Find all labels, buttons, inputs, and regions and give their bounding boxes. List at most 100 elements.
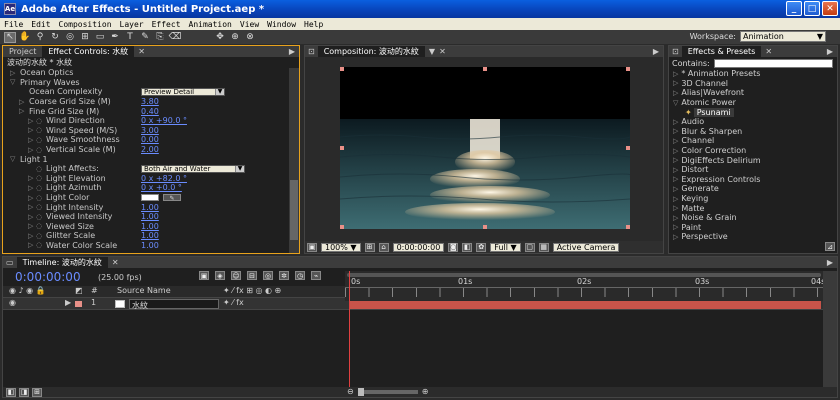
property-value[interactable]: 0 x +82.0 ° bbox=[141, 174, 187, 183]
eye-icon[interactable]: ◉ bbox=[9, 298, 16, 307]
motion-blur-icon[interactable]: ◎ bbox=[263, 271, 273, 280]
expand-triangle-icon[interactable]: ▷ bbox=[673, 70, 678, 78]
effect-property-row[interactable]: ▷ ◌ Water Color Scale 1.00 bbox=[3, 241, 299, 248]
camera-dropdown[interactable]: Active Camera bbox=[552, 242, 620, 252]
stopwatch-icon[interactable]: ◌ bbox=[36, 213, 42, 221]
expand-triangle-icon[interactable]: ▷ bbox=[28, 194, 33, 202]
expand-triangle-icon[interactable]: ▷ bbox=[28, 203, 33, 211]
expand-triangle-icon[interactable]: ▷ bbox=[28, 222, 33, 230]
stopwatch-icon[interactable]: ◌ bbox=[36, 184, 42, 192]
layer-switches-icon[interactable]: ✦ ⁄ fx bbox=[223, 298, 244, 307]
expand-triangle-icon[interactable]: ▷ bbox=[673, 137, 678, 145]
effect-property-row[interactable]: ▷ Ocean Optics bbox=[3, 68, 299, 78]
stopwatch-icon[interactable]: ◌ bbox=[36, 174, 42, 182]
effects-category-item[interactable]: ▷ Blur & Sharpen bbox=[669, 127, 837, 137]
effect-property-row[interactable]: ▷ ◌ Wind Direction 0 x +90.0 ° bbox=[3, 116, 299, 126]
safe-zones-icon[interactable]: ⊞ bbox=[364, 242, 375, 252]
effect-property-row[interactable]: ▷ ◌ Light Elevation 0 x +82.0 ° bbox=[3, 174, 299, 184]
color-channel-icon[interactable]: ✿ bbox=[476, 242, 487, 252]
expand-triangle-icon[interactable]: ▷ bbox=[28, 117, 33, 125]
expand-triangle-icon[interactable]: ▷ bbox=[673, 195, 678, 203]
tab-timeline[interactable]: Timeline: 波动的水紋 bbox=[16, 257, 108, 268]
property-value[interactable]: 0 x +0.0 ° bbox=[141, 183, 182, 192]
source-name-column[interactable]: Source Name bbox=[117, 286, 171, 295]
axis-mode-icon[interactable]: ✥ bbox=[214, 32, 226, 43]
expand-triangle-icon[interactable]: ▷ bbox=[28, 126, 33, 134]
effect-property-row[interactable]: ▷ Fine Grid Size (M) 0.40 bbox=[3, 106, 299, 116]
expand-triangle-icon[interactable]: ▷ bbox=[673, 166, 678, 174]
close-tab-icon[interactable]: ✕ bbox=[439, 47, 446, 56]
effect-property-row[interactable]: ▷ ◌ Light Azimuth 0 x +0.0 ° bbox=[3, 183, 299, 193]
expand-triangle-icon[interactable]: ▷ bbox=[673, 147, 678, 155]
menu-window[interactable]: Window bbox=[263, 20, 300, 29]
expand-triangle-icon[interactable]: ▽ bbox=[10, 78, 15, 86]
timeline-scrollbar[interactable] bbox=[823, 271, 837, 397]
stopwatch-icon[interactable]: ◌ bbox=[36, 232, 42, 240]
expand-triangle-icon[interactable]: ▷ bbox=[673, 175, 678, 183]
current-time-field[interactable]: 0:00:00:00 bbox=[392, 242, 445, 252]
stopwatch-icon[interactable]: ◌ bbox=[36, 136, 42, 144]
panel-menu-icon[interactable]: ▶ bbox=[289, 47, 295, 56]
always-preview-icon[interactable]: ▣ bbox=[307, 242, 317, 252]
expand-triangle-icon[interactable]: ▽ bbox=[10, 155, 15, 163]
expand-triangle-icon[interactable]: ▷ bbox=[28, 174, 33, 182]
orbit-camera-icon[interactable]: ◎ bbox=[64, 32, 76, 43]
stopwatch-icon[interactable]: ◌ bbox=[36, 165, 42, 173]
current-time-indicator[interactable] bbox=[349, 271, 350, 397]
expand-triangle-icon[interactable]: ▷ bbox=[673, 233, 678, 241]
effect-property-row[interactable]: ▽ Light 1 bbox=[3, 154, 299, 164]
effect-property-row[interactable]: ▷ ◌ Light Color ✎ bbox=[3, 193, 299, 203]
effect-property-row[interactable]: ▷ Coarse Grid Size (M) 3.80 bbox=[3, 97, 299, 107]
timeline-zoom-slider[interactable] bbox=[357, 387, 418, 396]
panel-menu-icon[interactable]: ▶ bbox=[827, 47, 833, 56]
expand-triangle-icon[interactable]: ▷ bbox=[19, 98, 24, 106]
label-color-swatch[interactable] bbox=[75, 301, 82, 307]
stopwatch-icon[interactable]: ◌ bbox=[36, 126, 42, 134]
property-value[interactable]: 1.00 bbox=[141, 241, 159, 248]
tab-effect-controls[interactable]: Effect Controls: 水紋 bbox=[42, 46, 135, 57]
expand-triangle-icon[interactable]: ▽ bbox=[673, 99, 678, 107]
expand-triangle-icon[interactable]: ▷ bbox=[673, 79, 678, 87]
shy-layers-icon[interactable]: ☺ bbox=[231, 271, 241, 280]
view-axis-icon[interactable]: ⊗ bbox=[244, 32, 256, 43]
region-of-interest-icon[interactable]: ▢ bbox=[524, 242, 535, 252]
property-value[interactable]: 1.00 bbox=[141, 231, 159, 240]
effects-category-item[interactable]: ▷ Alias|Wavefront bbox=[669, 88, 837, 98]
expand-triangle-icon[interactable]: ▷ bbox=[673, 185, 678, 193]
effect-property-row[interactable]: ◌ Light Affects: Both Air and Water ▼ bbox=[3, 164, 299, 174]
workspace-dropdown[interactable]: Animation ▼ bbox=[740, 31, 826, 42]
rectangle-mask-icon[interactable]: ▭ bbox=[94, 32, 106, 43]
effects-category-item[interactable]: ▷ Distort bbox=[669, 165, 837, 175]
effects-category-item[interactable]: ▷ Generate bbox=[669, 184, 837, 194]
stopwatch-icon[interactable]: ◌ bbox=[36, 241, 42, 248]
effect-property-row[interactable]: ▷ ◌ Viewed Intensity 1.00 bbox=[3, 212, 299, 222]
effects-category-item[interactable]: ▽ Atomic Power bbox=[669, 98, 837, 108]
toggle-modes-icon[interactable]: ◨ bbox=[19, 387, 29, 397]
transparency-grid-icon[interactable]: ▦ bbox=[538, 242, 549, 252]
effect-property-row[interactable]: ▷ ◌ Vertical Scale (M) 2.00 bbox=[3, 145, 299, 155]
tab-effects-presets[interactable]: Effects & Presets bbox=[681, 46, 762, 57]
property-value[interactable]: 0.00 bbox=[141, 135, 159, 144]
search-input[interactable] bbox=[713, 58, 833, 68]
frame-blending-icon[interactable]: ⊟ bbox=[247, 271, 257, 280]
menu-animation[interactable]: Animation bbox=[185, 20, 236, 29]
panel-menu-icon[interactable]: ▶ bbox=[827, 258, 833, 267]
stopwatch-icon[interactable]: ◌ bbox=[36, 117, 42, 125]
lock-icon[interactable]: ▭ bbox=[6, 258, 14, 267]
effects-category-item[interactable]: ▷ Channel bbox=[669, 136, 837, 146]
close-tab-icon[interactable]: ✕ bbox=[765, 47, 772, 56]
timeline-timecode[interactable]: 0:00:00:00 bbox=[15, 270, 81, 284]
resolution-dropdown[interactable]: Full ▼ bbox=[490, 242, 521, 252]
clone-stamp-icon[interactable]: ⎘ bbox=[154, 32, 166, 43]
effect-property-row[interactable]: ▽ Primary Waves bbox=[3, 78, 299, 88]
eyedropper-icon[interactable]: ✎ bbox=[163, 194, 181, 202]
close-button[interactable]: ✕ bbox=[822, 1, 838, 16]
effect-controls-scrollbar[interactable] bbox=[289, 68, 299, 253]
pan-behind-icon[interactable]: ⊞ bbox=[79, 32, 91, 43]
expand-triangle-icon[interactable]: ▷ bbox=[673, 118, 678, 126]
stopwatch-icon[interactable]: ◌ bbox=[36, 203, 42, 211]
effects-category-item[interactable]: ▷ * Animation Presets bbox=[669, 69, 837, 79]
zoom-out-icon[interactable]: ⊖ bbox=[347, 387, 354, 396]
new-folder-icon[interactable]: ⊿ bbox=[825, 242, 835, 251]
close-tab-icon[interactable]: ✕ bbox=[138, 47, 145, 56]
